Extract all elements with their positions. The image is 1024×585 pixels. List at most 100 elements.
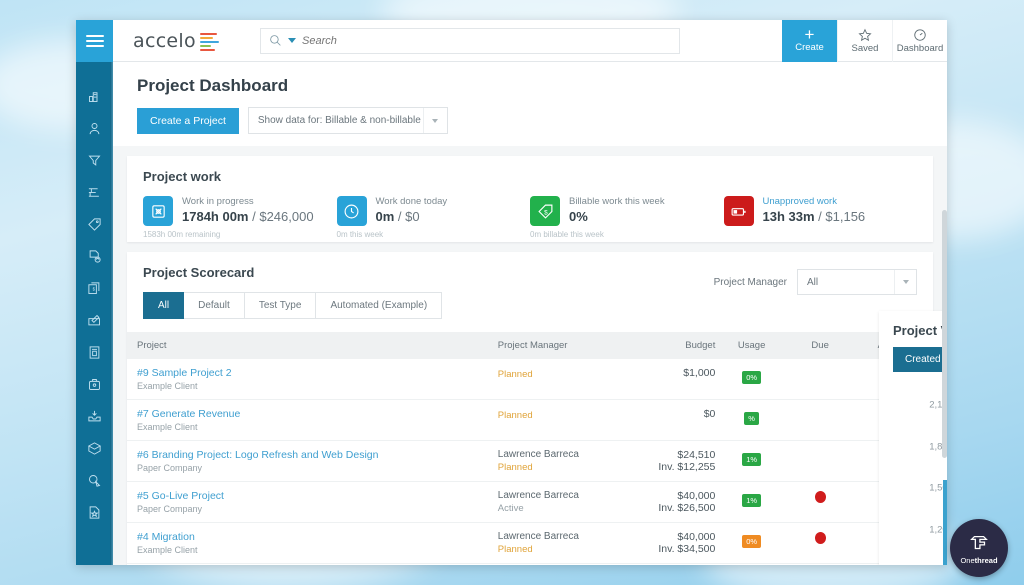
- col-budget[interactable]: Budget: [626, 332, 716, 359]
- search-scope-chevron-down-icon[interactable]: [288, 38, 296, 43]
- project-work-stats: Work in progress 1784h 00m / $246,000 1583…: [143, 196, 917, 239]
- scorecard-tab-all[interactable]: All: [143, 292, 185, 319]
- chart-title: Project V: [893, 323, 947, 338]
- onethread-logo-icon: [970, 535, 988, 549]
- project-status: Planned: [497, 544, 533, 555]
- stat-sub: 1583h 00m remaining: [143, 230, 221, 239]
- saved-button[interactable]: Saved: [837, 20, 892, 62]
- dashboard-button-label: Dashboard: [896, 42, 944, 54]
- cell-budget: $0: [626, 399, 716, 441]
- due-indicator-dot[interactable]: [814, 532, 826, 544]
- table-row[interactable]: #5 Go-Live Project Paper Company Lawrence …: [127, 481, 933, 523]
- search-input[interactable]: [302, 34, 671, 47]
- budget-amount: $40,000: [677, 490, 716, 502]
- sidebar-item-reports[interactable]: [76, 80, 113, 112]
- create-button[interactable]: + Create: [782, 20, 837, 62]
- sidebar-item-documents[interactable]: [76, 496, 113, 528]
- cell-usage: 0%: [715, 359, 788, 400]
- left-nav-rail: $: [76, 20, 113, 565]
- col-project-manager[interactable]: Project Manager: [497, 332, 627, 359]
- sidebar-item-purchases[interactable]: [76, 368, 113, 400]
- hamburger-icon: [85, 32, 104, 50]
- saved-button-label: Saved: [851, 42, 879, 54]
- sidebar-item-assets[interactable]: [76, 432, 113, 464]
- refresh-doc-icon: [89, 249, 101, 263]
- cell-usage: 0%: [715, 563, 788, 565]
- sidebar-item-inbox[interactable]: [76, 400, 113, 432]
- logo-bar: [199, 32, 217, 36]
- show-data-filter-select[interactable]: Show data for: Billable & non-billable: [247, 107, 448, 134]
- cell-usage: %: [715, 399, 788, 441]
- magnifier-cursor-icon: [89, 474, 101, 487]
- cell-budget: $40,000 Inv. $34,500: [626, 522, 716, 564]
- onethread-name-light: One: [960, 555, 975, 565]
- project-link[interactable]: #7 Generate Revenue: [137, 408, 498, 420]
- col-project[interactable]: Project: [127, 332, 498, 359]
- project-manager-chevron-down-icon[interactable]: [894, 270, 916, 294]
- table-row[interactable]: #7 Generate Revenue Example Client Planned…: [127, 399, 933, 441]
- budget-amount: $0: [703, 408, 716, 420]
- scorecard-tab-test-type[interactable]: Test Type: [244, 292, 317, 319]
- project-client: Example Client: [137, 422, 198, 432]
- table-row[interactable]: #9 Sample Project 2 Example Client Planned…: [127, 359, 933, 400]
- svg-text:$: $: [544, 209, 548, 216]
- scrollbar-thumb[interactable]: [942, 210, 947, 458]
- show-data-filter-value: Show data for: Billable & non-billable: [257, 115, 421, 126]
- dashboard-button[interactable]: Dashboard: [892, 20, 947, 62]
- scorecard-tabs: All Default Test Type Automated (Example): [143, 292, 714, 319]
- show-data-chevron-down-icon[interactable]: [422, 108, 447, 133]
- table-row[interactable]: #3 IT Strategy & Implementation (Example…: [127, 563, 933, 565]
- stat-label: Unapproved work: [762, 196, 837, 207]
- project-link[interactable]: #5 Go-Live Project: [137, 490, 498, 502]
- project-scorecard-card: Project Scorecard All Default Test Type Aut…: [127, 252, 933, 565]
- hamburger-menu-button[interactable]: [76, 20, 113, 62]
- sidebar-item-billing[interactable]: [76, 336, 113, 368]
- cell-project: #4 Migration Example Client: [127, 522, 498, 564]
- create-a-project-button[interactable]: Create a Project: [137, 107, 239, 134]
- search-bar[interactable]: [260, 27, 680, 54]
- stat-sub: 0m billable this week: [530, 230, 604, 239]
- scorecard-header-left: Project Scorecard All Default Test Type Aut…: [143, 265, 714, 319]
- cell-due: [787, 399, 853, 441]
- col-usage[interactable]: Usage: [715, 332, 788, 359]
- project-link[interactable]: #9 Sample Project 2: [137, 367, 498, 379]
- stat-value: 1784h 00m / $246,000: [182, 209, 314, 224]
- inbox-download-icon: [88, 410, 101, 421]
- price-tag-icon: $: [530, 196, 560, 226]
- onethread-watermark[interactable]: Onethread: [950, 519, 1008, 577]
- project-manager-select[interactable]: All: [797, 269, 917, 295]
- sidebar-item-search-config[interactable]: [76, 464, 113, 496]
- col-due[interactable]: Due: [787, 332, 853, 359]
- scorecard-tab-automated-example[interactable]: Automated (Example): [316, 292, 443, 319]
- table-row[interactable]: #4 Migration Example Client Lawrence Barre…: [127, 522, 933, 564]
- gauge-icon: [914, 28, 926, 41]
- page-title: Project Dashboard: [137, 76, 289, 95]
- page-controls: Create a Project Show data for: Billable…: [137, 107, 923, 134]
- sidebar-item-quotes[interactable]: $: [76, 272, 113, 304]
- sidebar-item-contacts[interactable]: [76, 112, 113, 144]
- create-button-label: Create: [795, 42, 824, 53]
- onethread-name-bold: thread: [974, 555, 998, 565]
- page-scrollbar[interactable]: [942, 210, 947, 559]
- signature-icon: [88, 314, 100, 325]
- battery-low-icon: [723, 196, 754, 226]
- scorecard-tab-default[interactable]: Default: [184, 292, 245, 319]
- project-status: Active: [497, 503, 524, 514]
- table-row[interactable]: #6 Branding Project: Logo Refresh and We…: [127, 440, 933, 482]
- sidebar-item-retainers[interactable]: [76, 240, 113, 272]
- cell-manager: Lawrence Barreca Planned: [497, 522, 627, 564]
- sidebar-item-sales[interactable]: [76, 144, 113, 176]
- sidebar-item-expenses[interactable]: [76, 304, 113, 336]
- due-indicator-dot[interactable]: [814, 491, 826, 503]
- chart-tab-created[interactable]: Created: [893, 347, 947, 372]
- sidebar-item-tickets[interactable]: [76, 208, 113, 240]
- bar-chart-icon: [89, 91, 98, 102]
- accelo-logo[interactable]: accelo: [113, 30, 248, 52]
- tag-icon: [88, 217, 101, 231]
- sidebar-item-projects[interactable]: [76, 176, 113, 208]
- budget-amount: $24,510: [677, 449, 716, 461]
- plus-icon: +: [804, 25, 815, 44]
- stat-value-main: 0%: [569, 209, 588, 224]
- project-link[interactable]: #6 Branding Project: Logo Refresh and We…: [137, 449, 498, 461]
- project-link[interactable]: #4 Migration: [137, 531, 498, 543]
